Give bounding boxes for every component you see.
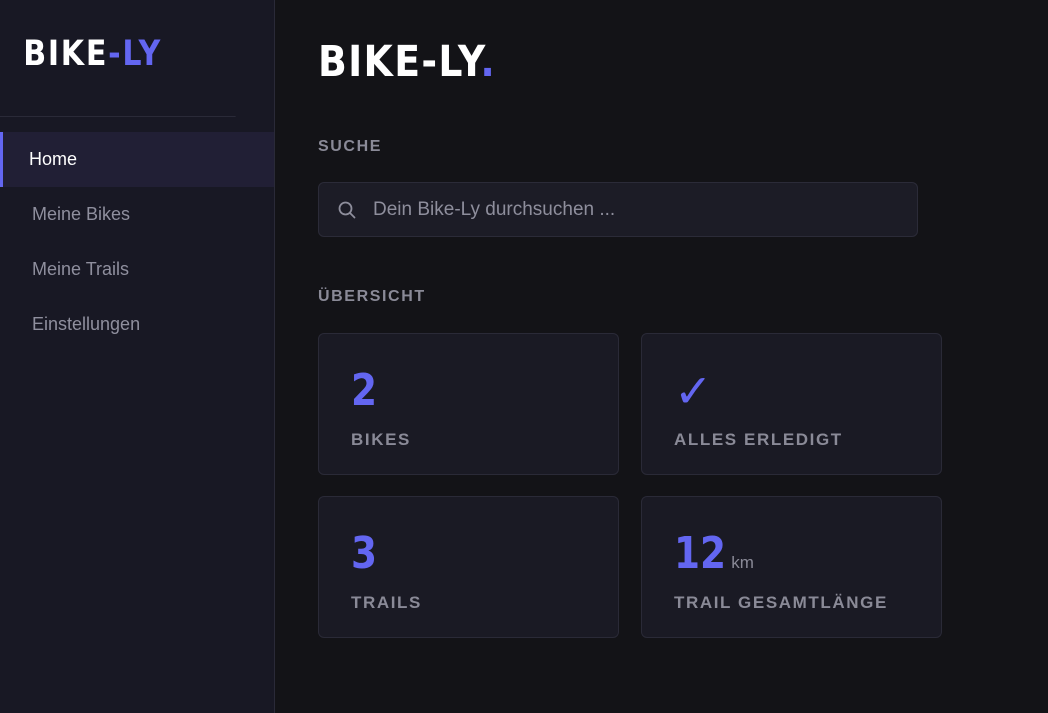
stat-label: BIKES — [351, 430, 411, 449]
stat-row: 3 — [351, 531, 618, 577]
stat-card-status[interactable]: ✓ ALLES ERLEDIGT — [641, 333, 942, 475]
sidebar-item-einstellungen[interactable]: Einstellungen — [0, 297, 274, 352]
stat-row: ✓ — [674, 368, 941, 414]
sidebar-item-meine-bikes[interactable]: Meine Bikes — [0, 187, 274, 242]
stat-label: ALLES ERLEDIGT — [674, 430, 843, 449]
stat-value: 2 — [351, 365, 378, 416]
sidebar-logo[interactable]: BIKE-LY — [0, 0, 236, 117]
stat-card-bikes[interactable]: 2 BIKES — [318, 333, 619, 475]
page-title-text: BIKE-LY — [318, 37, 481, 87]
search-box[interactable] — [318, 182, 918, 237]
sidebar-item-label: Meine Bikes — [32, 204, 131, 224]
stat-unit: km — [731, 553, 754, 572]
sidebar-item-label: Home — [29, 149, 78, 169]
stat-label: TRAILS — [351, 593, 422, 612]
search-icon — [337, 200, 357, 220]
logo-accent: LY — [122, 34, 163, 74]
search-input[interactable] — [373, 198, 893, 221]
check-icon: ✓ — [674, 364, 713, 418]
search-section-label: SUCHE — [318, 138, 383, 155]
stat-card-trails[interactable]: 3 TRAILS — [318, 496, 619, 638]
stat-row: 12 km — [674, 531, 941, 577]
stat-label: TRAIL GESAMTLÄNGE — [674, 593, 888, 612]
stat-value: 3 — [351, 528, 378, 579]
sidebar-item-home[interactable]: Home — [0, 132, 274, 187]
stat-value: 12 — [674, 528, 727, 579]
logo-main: BIKE — [23, 34, 109, 74]
overview-section-label: ÜBERSICHT — [318, 288, 426, 305]
page-title: BIKE-LY. — [318, 36, 960, 88]
sidebar-item-label: Meine Trails — [32, 259, 130, 279]
sidebar-nav: Home Meine Bikes Meine Trails Einstellun… — [0, 117, 274, 352]
sidebar: BIKE-LY Home Meine Bikes Meine Trails Ei… — [0, 0, 275, 713]
stat-row: 2 — [351, 368, 618, 414]
page-title-dot: . — [480, 37, 497, 87]
sidebar-item-label: Einstellungen — [32, 314, 141, 334]
stat-card-trail-length[interactable]: 12 km TRAIL GESAMTLÄNGE — [641, 496, 942, 638]
logo-separator: - — [108, 34, 123, 74]
sidebar-item-meine-trails[interactable]: Meine Trails — [0, 242, 274, 297]
